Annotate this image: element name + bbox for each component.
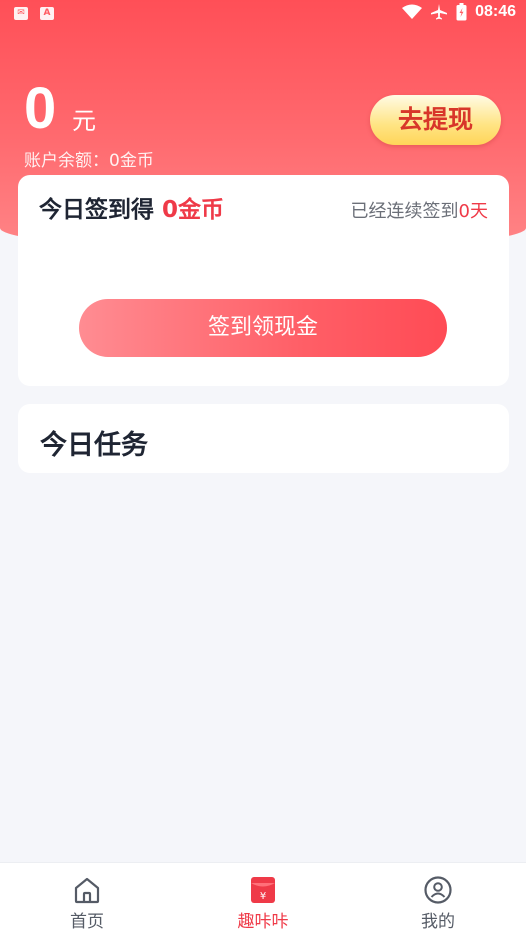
balance-unit: 元 [72,107,96,135]
status-bar-right: 08:46 [402,3,516,21]
home-icon [74,877,100,904]
mail-icon: ✉ [14,7,28,20]
nav-label-qukaka: 趣咔咔 [237,912,289,932]
status-bar-left: ✉ A [14,7,54,20]
daily-tasks-card: 今日任务 [18,404,509,473]
account-balance-text: 账户余额：0金币 [24,151,154,171]
signin-title-prefix: 今日签到得 [39,197,154,223]
signin-card: 今日签到得 0金币 已经连续签到0天 签到领现金 [18,175,509,386]
streak-prefix: 已经连续签到 [350,201,459,222]
airplane-icon [431,4,448,20]
clock-time: 08:46 [475,3,516,20]
nav-item-mine[interactable]: 我的 [383,863,493,936]
nav-label-home: 首页 [70,912,104,932]
app-screen: ✉ A 08:46 0 元 账户余额：0金币 去提现 今日签到得 0金币 已经连… [0,0,526,936]
battery-icon [456,3,467,21]
font-a-icon: A [40,7,54,20]
signin-cash-button[interactable]: 签到领现金 [79,299,447,357]
wifi-icon [402,4,423,19]
status-bar: ✉ A 08:46 [0,0,526,28]
signin-streak: 已经连续签到0天 [351,199,488,225]
streak-days: 0天 [458,201,488,222]
red-envelope-icon: ¥ [251,877,275,903]
profile-icon [424,876,452,904]
svg-text:¥: ¥ [260,891,266,902]
balance-amount: 0 [24,76,57,141]
signin-title: 今日签到得 0金币 [39,194,224,226]
nav-label-mine: 我的 [421,912,455,932]
withdraw-button[interactable]: 去提现 [370,95,501,145]
nav-item-qukaka[interactable]: ¥ 趣咔咔 [208,863,318,936]
nav-item-home[interactable]: 首页 [32,863,142,936]
signin-reward-amount: 0金币 [162,197,225,223]
bottom-navigation: 首页 ¥ 趣咔咔 我的 [0,862,526,936]
daily-tasks-title: 今日任务 [40,430,148,461]
